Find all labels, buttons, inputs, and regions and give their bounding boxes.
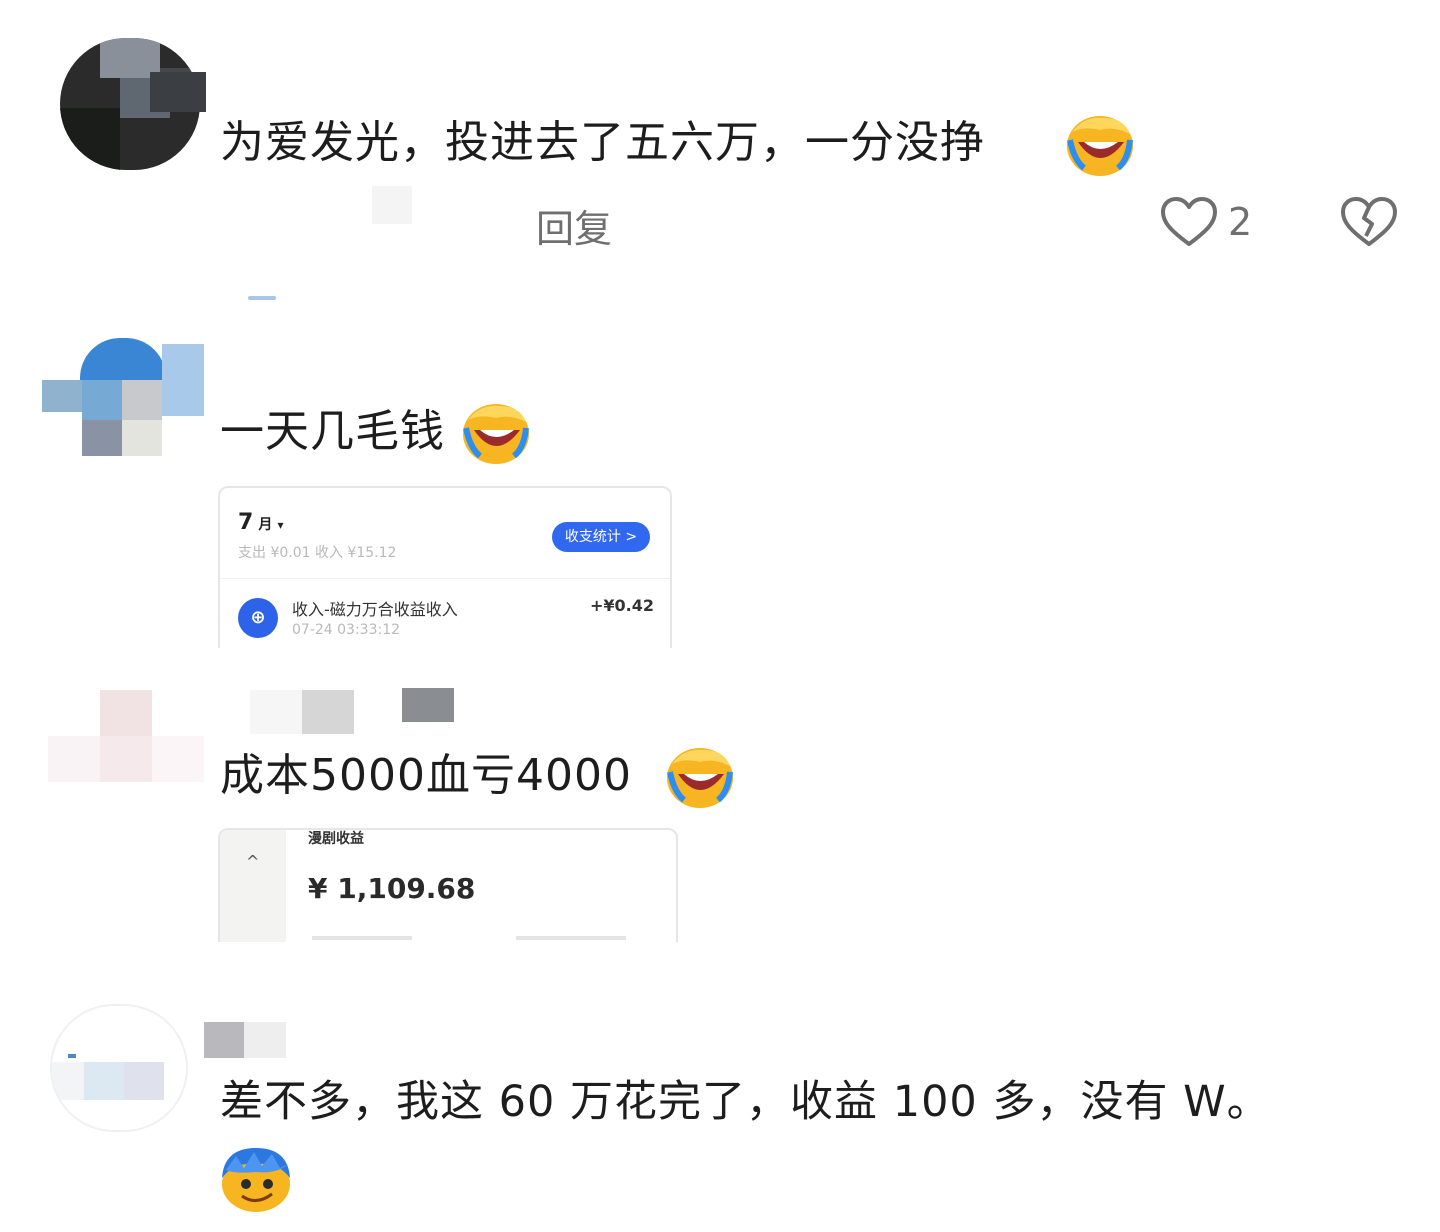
username-mosaic [250,690,302,734]
blur-line [516,936,626,940]
record-time: 07-24 03:33:12 [292,622,401,638]
month-value: 7 [238,510,254,535]
month-summary: 支出 ¥0.01 收入 ¥15.12 [238,545,397,561]
avatar[interactable] [48,690,208,782]
blur-line [312,936,412,940]
record-amount: +¥0.42 [590,596,655,615]
avatar[interactable] [50,1004,188,1132]
facepalm-laugh-emoji [463,404,529,464]
attached-screenshot-earnings[interactable]: ^ 漫剧收益 ¥ 1,109.68 [218,828,678,942]
username-mosaic-small [372,186,412,224]
side-panel [220,830,286,942]
username-mosaic [244,1022,286,1058]
blue-hair-smile-emoji [222,1148,290,1212]
month-selector[interactable]: 7 月 ▾ [238,510,284,535]
stats-button[interactable]: 收支统计 > [552,522,650,552]
reply-button[interactable]: 回复 [536,198,612,253]
earnings-amount: ¥ 1,109.68 [308,872,476,905]
month-unit: 月 [258,517,273,533]
like-count: 2 [1228,200,1253,244]
username-mosaic [402,688,454,722]
moneybag-icon: ⊕ [238,598,278,638]
username-mosaic [204,1022,244,1058]
broken-heart-icon[interactable] [1340,196,1398,248]
comment-text: 差不多，我这 60 万花完了，收益 100 多，没有 W。 [220,1077,1271,1127]
earnings-header: 漫剧收益 [308,831,364,847]
card-divider [220,578,670,579]
comment-text: 成本5000血亏4000 [220,750,632,801]
divider-mark [248,296,276,300]
facepalm-laugh-emoji [667,748,733,808]
comment-text: 一天几毛钱 [220,406,445,457]
username-mosaic [150,72,206,112]
avatar[interactable] [42,336,204,460]
comment-text: 为爱发光，投进去了五六万，一分没挣 [220,117,985,168]
username-mosaic [302,690,354,734]
chevron-down-icon: ▾ [277,518,284,532]
caret-up-icon[interactable]: ^ [246,852,259,871]
record-title: 收入-磁力万合收益收入 [292,600,458,619]
facepalm-laugh-emoji [1067,116,1133,176]
heart-icon[interactable] [1160,196,1218,248]
attached-screenshot-wallet[interactable]: 7 月 ▾ 支出 ¥0.01 收入 ¥15.12 收支统计 > ⊕ 收入-磁力万… [218,486,672,648]
